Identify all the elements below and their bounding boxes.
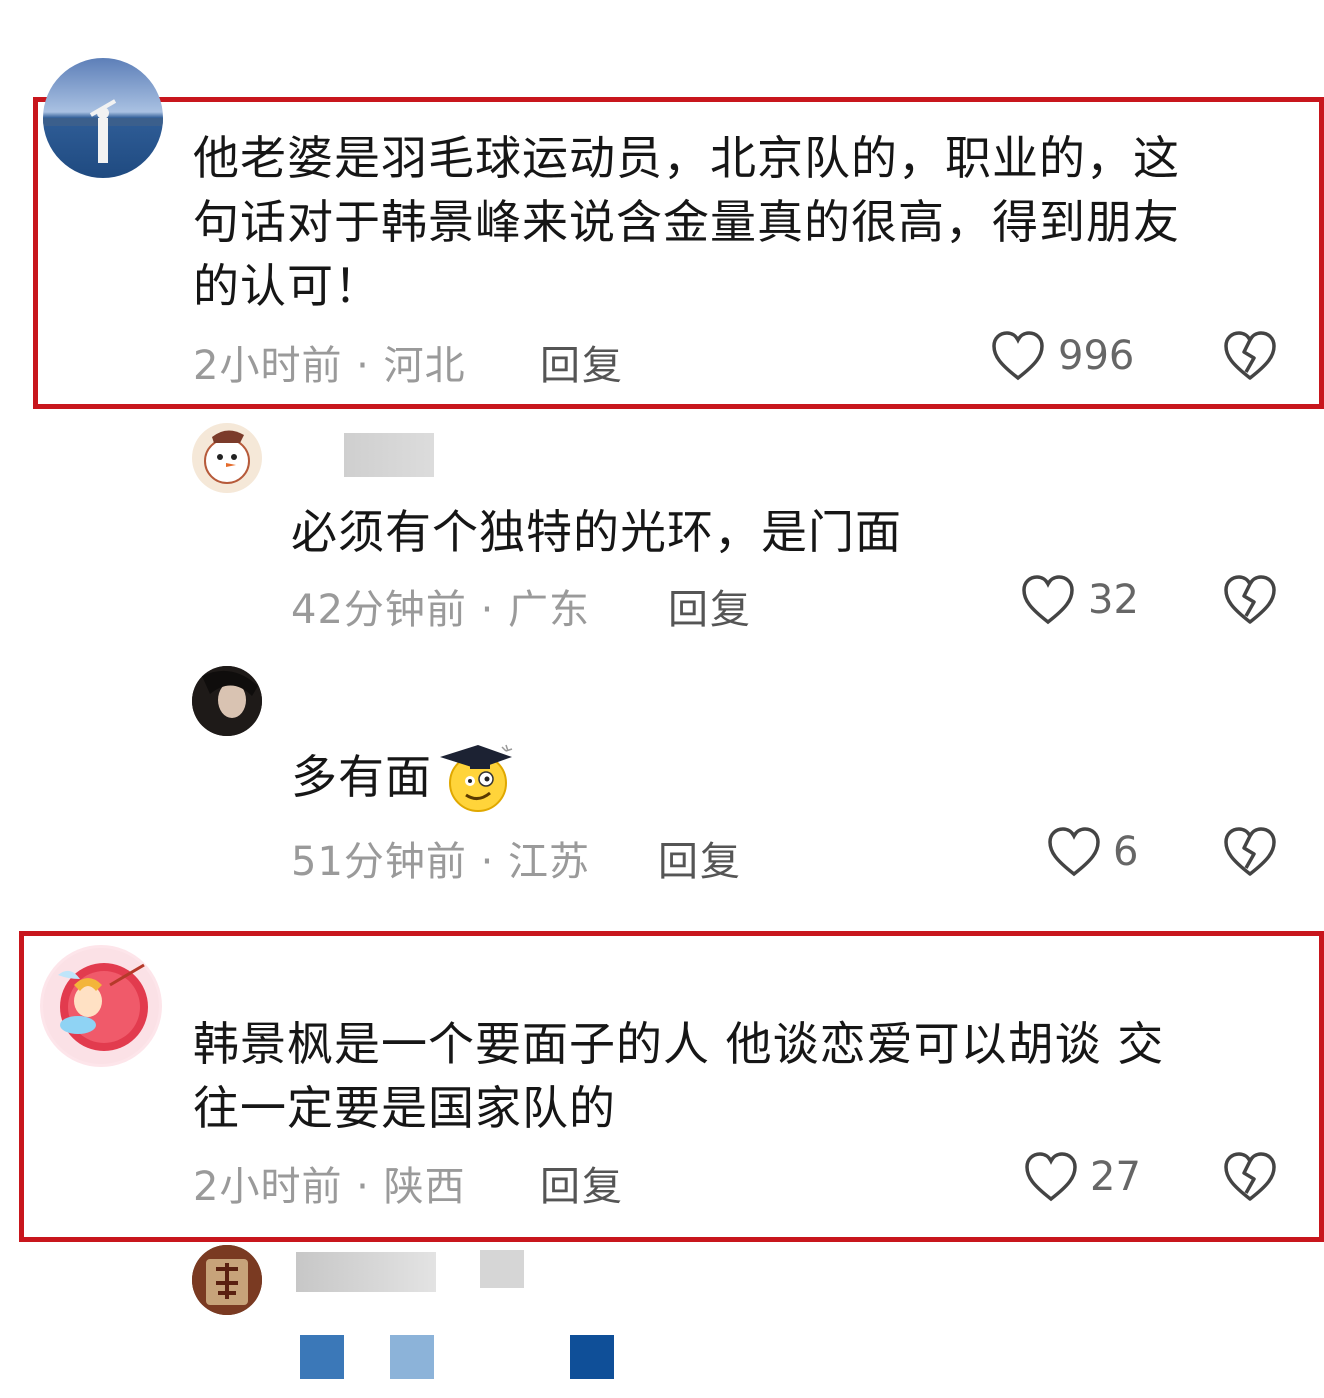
content-redacted-block — [390, 1335, 434, 1379]
comment-text: 他老婆是羽毛球运动员，北京队的，职业的，这 句话对于韩景峰来说含金量真的很高，得… — [193, 131, 1180, 313]
content-redacted-block — [570, 1335, 614, 1379]
broken-heart-icon[interactable] — [1222, 330, 1278, 386]
avatar[interactable] — [192, 1245, 262, 1315]
username-redacted-block — [480, 1250, 524, 1288]
reply-button[interactable]: 回复 — [540, 1154, 624, 1212]
avatar-cupid-image — [43, 948, 159, 1064]
broken-heart-icon[interactable] — [1222, 1151, 1278, 1207]
comment-text: 必须有个独特的光环，是门面 — [291, 505, 902, 559]
heart-outline-icon[interactable] — [1046, 826, 1102, 882]
avatar[interactable] — [192, 423, 262, 493]
reply-button[interactable]: 回复 — [540, 333, 624, 391]
like-count: 32 — [1088, 577, 1139, 623]
reply-button[interactable]: 回复 — [658, 829, 742, 887]
username-redacted — [296, 1252, 436, 1292]
comment-meta: 42分钟前 · 广东 — [291, 587, 591, 633]
avatar-lake-image — [43, 58, 163, 178]
username-redacted — [344, 433, 434, 477]
broken-heart-icon[interactable] — [1222, 574, 1278, 630]
avatar[interactable] — [43, 58, 163, 178]
heart-outline-icon[interactable] — [1023, 1151, 1079, 1207]
graduation-cap-face-emoji — [436, 743, 514, 817]
avatar[interactable] — [40, 945, 162, 1067]
like-count: 996 — [1058, 333, 1135, 379]
avatar-snowman-image — [204, 430, 250, 484]
heart-outline-icon[interactable] — [990, 330, 1046, 386]
avatar-sign-image — [192, 1245, 262, 1315]
content-redacted-block — [300, 1335, 344, 1379]
comment-meta: 2小时前 · 河北 — [193, 343, 466, 389]
broken-heart-icon[interactable] — [1222, 826, 1278, 882]
avatar[interactable] — [192, 666, 262, 736]
like-count: 6 — [1113, 829, 1139, 875]
heart-outline-icon[interactable] — [1020, 574, 1076, 630]
comment-text: 韩景枫是一个要面子的人 他谈恋爱可以胡谈 交 往一定要是国家队的 — [193, 1017, 1165, 1135]
like-count: 27 — [1090, 1154, 1141, 1200]
avatar-portrait-image — [192, 666, 262, 736]
comment-text: 多有面 — [291, 750, 432, 804]
comment-meta: 51分钟前 · 江苏 — [291, 839, 591, 885]
comment-meta: 2小时前 · 陕西 — [193, 1164, 466, 1210]
reply-button[interactable]: 回复 — [668, 577, 752, 635]
